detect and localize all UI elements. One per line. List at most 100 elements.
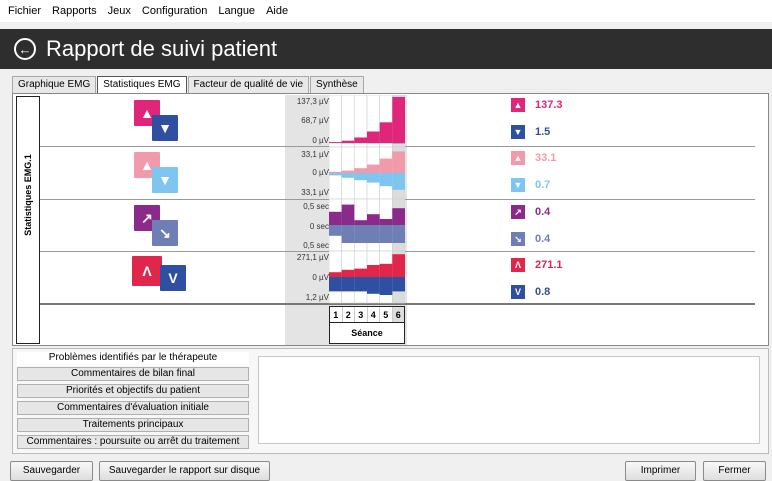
triangle-up-icon: ▲ xyxy=(511,98,525,112)
bar-negative xyxy=(354,277,367,292)
triangle-down-icon: ▼ xyxy=(152,167,178,193)
axis-label: 0,5 sec xyxy=(303,241,329,250)
legend-row2-top: ▲ 33.1 xyxy=(511,151,556,165)
bar-negative xyxy=(392,225,405,243)
bar-positive xyxy=(367,265,380,277)
bar-negative xyxy=(341,173,355,178)
note-tab-evaluation-initiale[interactable]: Commentaires d'évaluation initiale xyxy=(17,401,249,415)
menu-langue[interactable]: Langue xyxy=(218,5,255,17)
menu-aide[interactable]: Aide xyxy=(266,5,288,17)
bar-positive xyxy=(367,214,380,225)
bar-negative xyxy=(367,173,380,183)
seance-selector: 1 2 3 4 5 6 Séance xyxy=(329,306,405,344)
grid-cell xyxy=(329,95,342,148)
notes-textarea[interactable] xyxy=(258,356,760,444)
legend-value: 0.4 xyxy=(535,233,551,245)
axis-label: 33,1 µV xyxy=(301,188,329,197)
bar-negative xyxy=(392,277,405,292)
menu-jeux[interactable]: Jeux xyxy=(108,5,131,17)
bar-positive xyxy=(367,164,380,173)
bar-negative xyxy=(329,277,342,292)
bar-negative xyxy=(354,225,367,243)
print-button[interactable]: Imprimer xyxy=(625,461,696,481)
bar-negative xyxy=(379,277,393,295)
bar-negative xyxy=(341,225,355,243)
tab-facteur-qualite-vie[interactable]: Facteur de qualité de vie xyxy=(187,76,310,93)
triangle-down-icon: ▼ xyxy=(152,115,178,141)
note-tab-priorites[interactable]: Priorités et objectifs du patient xyxy=(17,384,249,398)
axis-label: 0 µV xyxy=(312,273,329,282)
legend-value: 137.3 xyxy=(535,99,563,111)
tab-synthese[interactable]: Synthèse xyxy=(310,76,364,93)
session-4[interactable]: 4 xyxy=(368,307,380,322)
note-tab-poursuite-arret[interactable]: Commentaires : poursuite ou arrêt du tra… xyxy=(17,435,249,449)
tab-graphique-emg[interactable]: Graphique EMG xyxy=(12,76,97,93)
bar-positive xyxy=(392,151,405,173)
bar-positive xyxy=(329,142,342,143)
menu-configuration[interactable]: Configuration xyxy=(142,5,207,17)
bar-positive xyxy=(341,204,355,225)
bar-negative xyxy=(379,225,393,243)
legend-value: 0.7 xyxy=(535,179,551,191)
session-5[interactable]: 5 xyxy=(380,307,393,322)
peak-icon: Λ xyxy=(511,258,525,272)
note-tab-traitements[interactable]: Traitements principaux xyxy=(17,418,249,432)
note-tab-bilan-final[interactable]: Commentaires de bilan final xyxy=(17,367,249,381)
axis-label: 137,3 µV xyxy=(296,97,329,106)
axis-label: 0 µV xyxy=(312,168,329,177)
tab-statistiques-emg[interactable]: Statistiques EMG xyxy=(97,76,187,94)
menu-rapports[interactable]: Rapports xyxy=(52,5,97,17)
legend-row4-bottom: V 0.8 xyxy=(511,285,550,299)
title-bar: ← Rapport de suivi patient xyxy=(0,29,772,69)
bar-positive xyxy=(341,140,355,143)
session-3[interactable]: 3 xyxy=(355,307,368,322)
legend-row3-bottom: ↘ 0.4 xyxy=(511,232,550,246)
session-2[interactable]: 2 xyxy=(343,307,355,322)
save-button[interactable]: Sauvegarder xyxy=(10,461,93,481)
bar-positive xyxy=(341,170,355,173)
bar-positive xyxy=(354,137,367,143)
ramp-down-icon: ↘ xyxy=(152,220,178,246)
bar-positive xyxy=(367,131,380,143)
legend-row2-bottom: ▼ 0.7 xyxy=(511,178,550,192)
legend-value: 1.5 xyxy=(535,126,551,138)
bar-positive xyxy=(354,168,367,173)
bar-positive xyxy=(392,97,405,143)
legend-value: 33.1 xyxy=(535,152,557,164)
bar-negative xyxy=(379,173,393,187)
axis-label: 33,1 µV xyxy=(301,150,329,159)
axis-label: 271,1 µV xyxy=(296,253,329,262)
save-to-disk-button[interactable]: Sauvegarder le rapport sur disque xyxy=(99,461,270,481)
axis-label: 0 sec xyxy=(309,222,329,231)
bar-positive xyxy=(354,268,367,277)
close-button[interactable]: Fermer xyxy=(703,461,766,481)
note-tab-problemes[interactable]: Problèmes identifiés par le thérapeute xyxy=(17,352,249,366)
bar-positive xyxy=(379,122,393,143)
session-1[interactable]: 1 xyxy=(330,307,343,322)
ramp-up-icon: ↗ xyxy=(511,205,525,219)
legend-value: 0.4 xyxy=(535,206,551,218)
session-6[interactable]: 6 xyxy=(392,307,404,322)
bar-positive xyxy=(341,269,355,277)
menu-fichier[interactable]: Fichier xyxy=(8,5,41,17)
triangle-down-icon: ▼ xyxy=(511,178,525,192)
menu-bar: Fichier Rapports Jeux Configuration Lang… xyxy=(0,0,772,22)
valley-icon: V xyxy=(511,285,525,299)
bar-positive xyxy=(329,272,342,277)
bar-negative xyxy=(341,277,355,292)
page-title: Rapport de suivi patient xyxy=(46,36,278,61)
grid-cell xyxy=(341,95,355,148)
bar-positive xyxy=(379,158,393,173)
back-arrow-icon[interactable]: ← xyxy=(14,38,36,60)
bar-negative xyxy=(392,173,405,190)
session-numbers: 1 2 3 4 5 6 xyxy=(330,307,404,323)
legend-row3-top: ↗ 0.4 xyxy=(511,205,550,219)
bar-negative xyxy=(329,225,342,236)
axis-label: 0 µV xyxy=(312,136,329,145)
bar-positive xyxy=(379,219,393,225)
axis-label: 68,7 µV xyxy=(301,116,329,125)
valley-icon: V xyxy=(160,265,186,291)
legend-row1-bottom: ▼ 1.5 xyxy=(511,125,550,139)
tab-bar: Graphique EMG Statistiques EMG Facteur d… xyxy=(12,76,365,94)
axis-label: 0,5 sec xyxy=(303,202,329,211)
